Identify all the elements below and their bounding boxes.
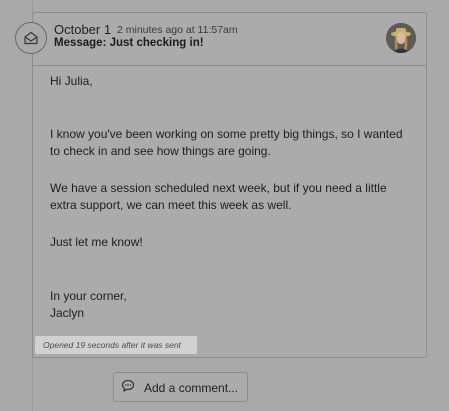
opened-status-badge: Opened 19 seconds after it was sent — [35, 336, 197, 354]
add-comment-button[interactable]: Add a comment... — [113, 372, 248, 402]
message-date: October 1 — [54, 22, 112, 37]
message-paragraph: Just let me know! — [50, 235, 143, 249]
message-card: October 1 2 minutes ago at 11:57am Messa… — [32, 12, 427, 358]
message-greeting: Hi Julia, — [50, 74, 93, 88]
avatar-image — [386, 23, 416, 53]
message-signature: Jaclyn — [50, 306, 85, 320]
add-comment-label: Add a comment... — [144, 381, 239, 395]
message-timestamp: 2 minutes ago at 11:57am — [117, 24, 238, 36]
message-paragraph: We have a session scheduled next week, b… — [50, 181, 387, 212]
message-paragraph: I know you've been working on some prett… — [50, 127, 403, 158]
comment-icon — [121, 379, 135, 392]
message-signoff: In your corner, — [50, 289, 127, 303]
message-subject: Message: Just checking in! — [54, 37, 204, 49]
avatar[interactable] — [386, 23, 416, 53]
mail-open-icon — [15, 22, 47, 54]
mail-open-icon-glyph — [24, 31, 38, 45]
message-header: October 1 2 minutes ago at 11:57am Messa… — [33, 13, 426, 66]
